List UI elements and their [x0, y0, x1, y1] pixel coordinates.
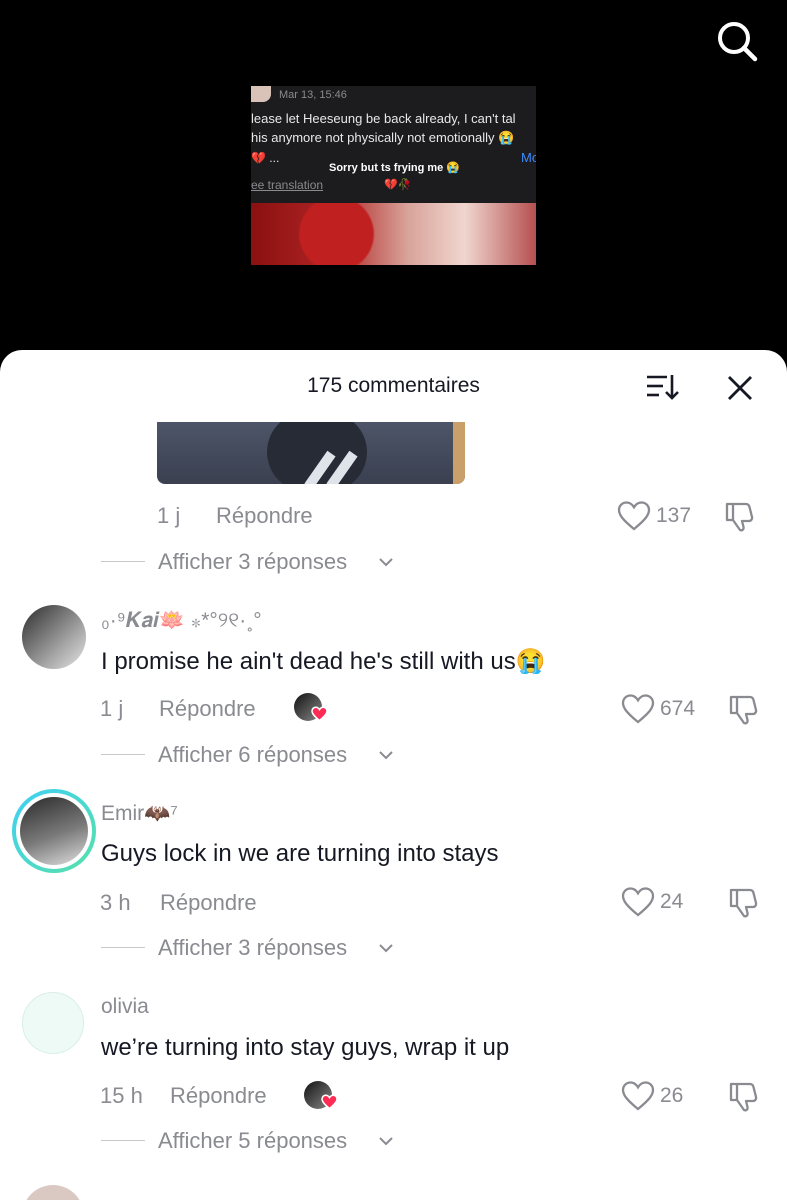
reply-button[interactable]: Répondre [159, 696, 256, 722]
comment-text: I promise he ain't dead he's still with … [101, 648, 546, 675]
thumbnail-translation: ee translation [251, 178, 324, 192]
replies-divider [101, 947, 145, 948]
like-count: 26 [660, 1084, 684, 1107]
heart-icon [321, 1094, 338, 1110]
thumbnail-text-line: 💔 ... [251, 151, 280, 165]
reply-button[interactable]: Répondre [216, 503, 313, 529]
comment-time: 1 j [157, 503, 181, 528]
dislike-icon[interactable] [722, 500, 756, 534]
dislike-icon[interactable] [726, 886, 760, 920]
comment-image[interactable] [157, 422, 465, 484]
comments-sheet: 175 commentaires 1 j Répondre 137 Affich… [0, 350, 787, 1200]
view-replies-label: Afficher 3 réponses [158, 935, 348, 960]
video-player[interactable]: Mar 13, 15:46 lease let Heeseung be back… [0, 0, 787, 360]
thumbnail-more-link: Mo [521, 150, 536, 165]
thumbnail-caption-overlay: Sorry but ts frying me 😭 [329, 162, 461, 174]
avatar [20, 797, 88, 865]
thumbnail-text-line: lease let Heeseung be back already, I ca… [251, 111, 516, 126]
view-replies-label: Afficher 6 réponses [158, 742, 348, 767]
chevron-down-icon [379, 558, 393, 567]
avatar[interactable] [22, 605, 86, 669]
comment-username[interactable]: olivia [101, 995, 149, 1019]
video-thumbnail: Mar 13, 15:46 lease let Heeseung be back… [251, 86, 536, 265]
comment-time: 15 h [100, 1083, 143, 1108]
search-icon[interactable] [712, 16, 762, 66]
dislike-icon[interactable] [726, 1080, 760, 1114]
avatar-story-ring[interactable] [12, 789, 96, 873]
thumbnail-emoji: 💔🥀 [384, 179, 412, 191]
comment-username[interactable]: Emir🦇⁷ [101, 802, 178, 826]
creator-liked-badge [294, 693, 328, 723]
heart-icon [311, 706, 328, 722]
comment-text: we’re turning into stay guys, wrap it up [101, 1034, 510, 1061]
thumbnail-timestamp: Mar 13, 15:46 [279, 89, 347, 101]
heart-icon[interactable] [621, 694, 655, 724]
comment-image-detail [453, 422, 465, 484]
like-count: 137 [656, 504, 692, 527]
sort-icon[interactable] [645, 372, 679, 402]
avatar[interactable] [22, 1185, 84, 1200]
chevron-down-icon [379, 751, 393, 760]
heart-icon[interactable] [621, 887, 655, 917]
replies-divider [101, 561, 145, 562]
comment-username[interactable]: ₀·⁹𝑲𝒂𝒊🪷 ⁎*°୨୧·˳° [101, 609, 262, 633]
replies-divider [101, 754, 145, 755]
like-count: 674 [660, 697, 696, 720]
dislike-icon[interactable] [726, 693, 760, 727]
chevron-down-icon [379, 1137, 393, 1146]
avatar[interactable] [22, 992, 84, 1054]
thumbnail-text-line: his anymore not physically not emotional… [251, 130, 515, 145]
view-replies-label: Afficher 5 réponses [158, 1128, 348, 1153]
chevron-down-icon [379, 944, 393, 953]
view-replies-button[interactable]: Afficher 5 réponses [101, 1128, 421, 1156]
thumbnail-avatar [251, 86, 271, 102]
like-count: 24 [660, 890, 684, 913]
comment-time: 3 h [100, 890, 131, 915]
heart-icon[interactable] [621, 1081, 655, 1111]
comment-time: 1 j [100, 696, 124, 721]
view-replies-button[interactable]: Afficher 3 réponses [101, 549, 421, 577]
view-replies-button[interactable]: Afficher 3 réponses [101, 935, 421, 963]
reply-button[interactable]: Répondre [160, 890, 257, 916]
thumbnail-photo [251, 203, 536, 265]
creator-liked-badge [304, 1081, 338, 1111]
comment-text: Guys lock in we are turning into stays [101, 840, 499, 867]
reply-button[interactable]: Répondre [170, 1083, 267, 1109]
heart-icon[interactable] [617, 501, 651, 531]
replies-divider [101, 1140, 145, 1141]
close-icon[interactable] [724, 372, 756, 404]
view-replies-button[interactable]: Afficher 6 réponses [101, 742, 421, 770]
view-replies-label: Afficher 3 réponses [158, 549, 348, 574]
